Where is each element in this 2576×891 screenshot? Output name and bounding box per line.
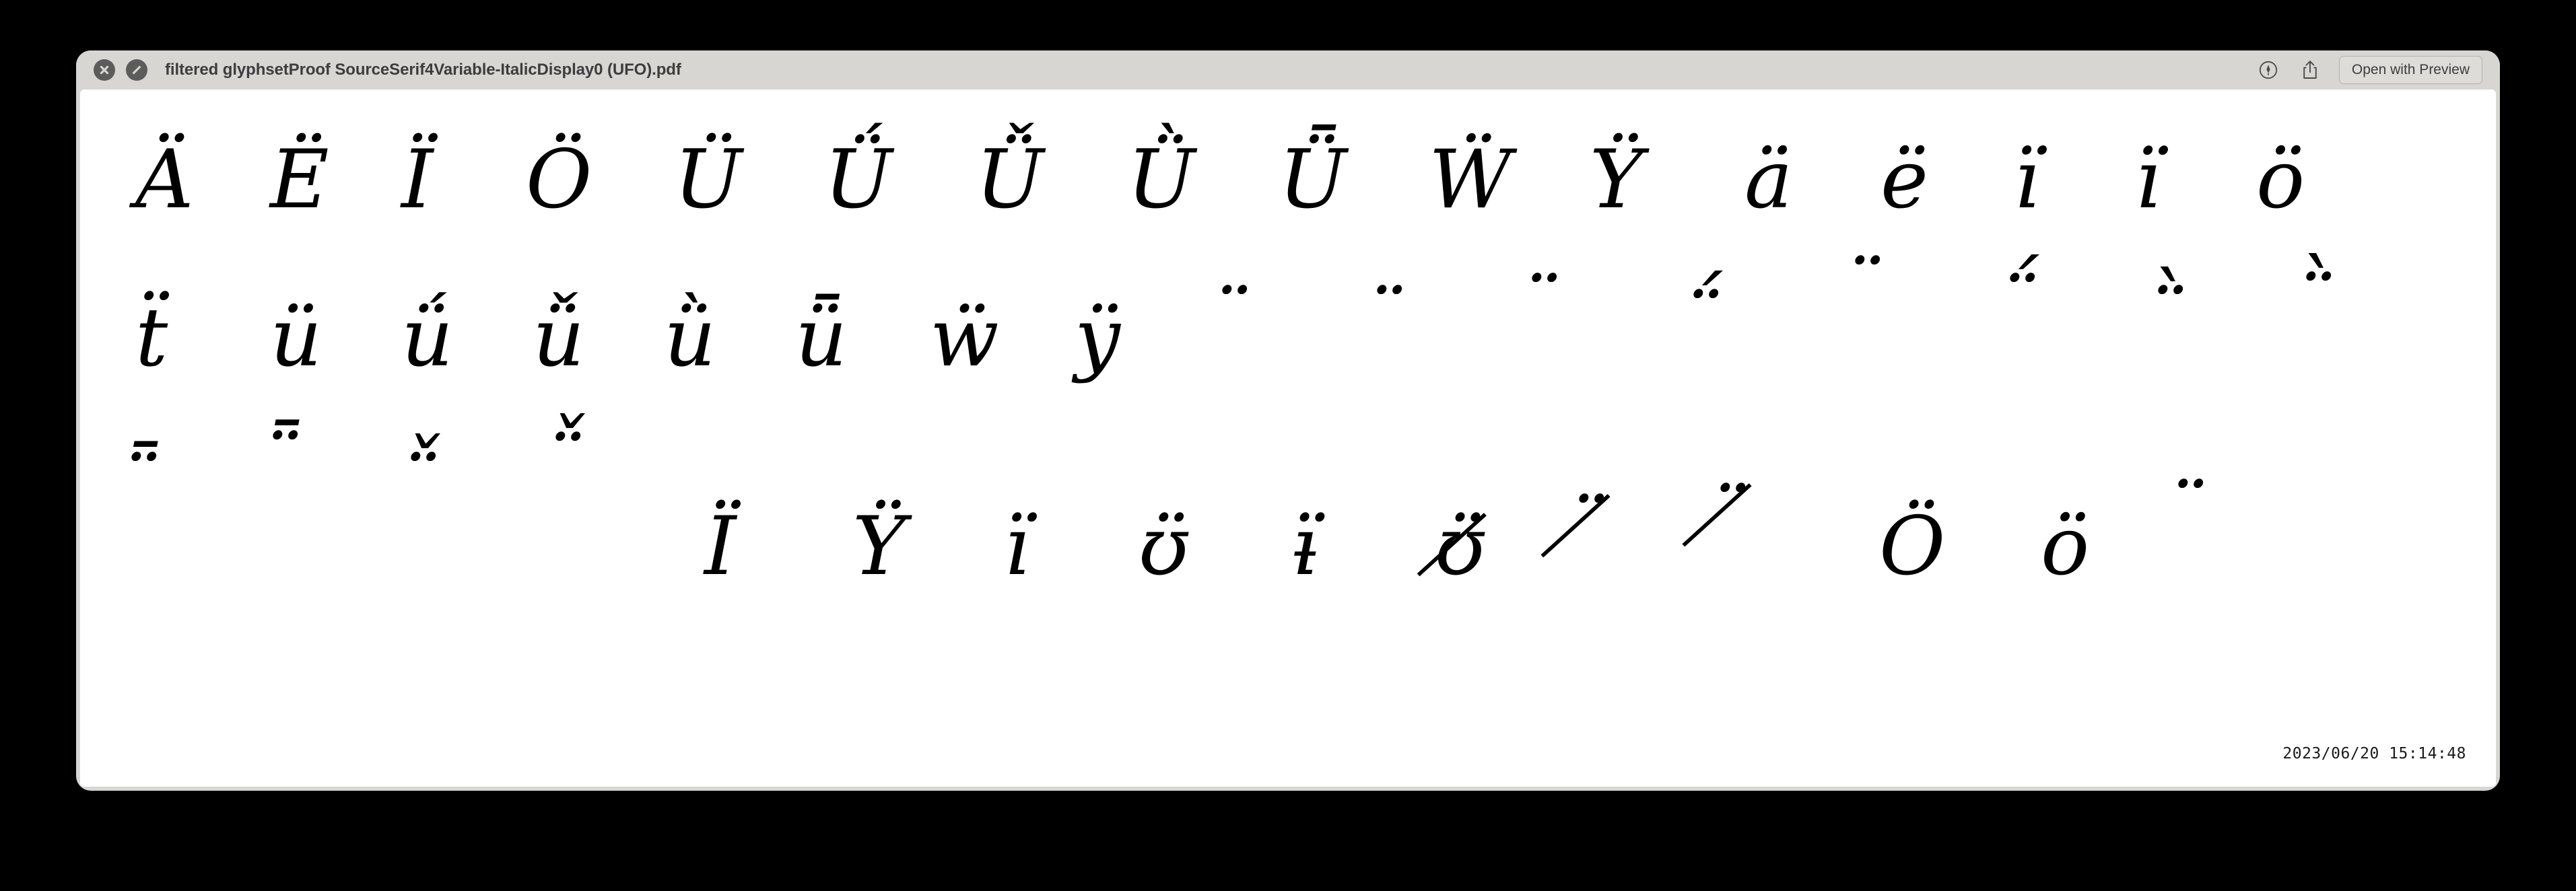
glyph-U-diaeresis: Ü — [674, 133, 743, 227]
glyph-A-diaeresis: Ä — [135, 133, 194, 227]
glyph-combining-diaeresis-caron-2: ̈̌ — [560, 419, 586, 513]
glyph-o-diaeresis: ö — [2256, 133, 2305, 227]
glyph-combining-diaeresis-acute-1: ̈́ — [1697, 277, 1724, 370]
share-icon[interactable] — [2289, 55, 2331, 85]
glyph-a-diaeresis: ä — [1744, 133, 1793, 227]
pdf-page[interactable]: Ä Ë Ï Ö Ü Ǘ Ǚ Ǜ Ǖ Ẅ Ÿä ë ï ı̈ ö ẗ ü ǘ ǚ ǜ ǖ ẅ ÿ ̈ ̈ ̈ ̈́ ̈ ̈́ … — [80, 90, 2496, 787]
glyph-I-diaeresis: Ï — [401, 133, 434, 227]
no-entry-circle-icon[interactable] — [126, 59, 147, 81]
glyph-E-diaeresis: Ë — [270, 133, 329, 227]
glyph-dotlessi-diaeresis: ı̈ — [2135, 133, 2161, 227]
glyph-combining-diaeresis-grave-1: ̈̀ — [2162, 273, 2188, 366]
titlebar-actions: Open with Preview — [2247, 55, 2500, 85]
glyph-u-diaeresis: ü — [270, 291, 323, 385]
glyph-t-diaeresis: ẗ — [135, 291, 168, 385]
glyph-y-diaeresis: ÿ — [1075, 291, 1120, 385]
glyph-combining-diaeresis-macron-2: ̈̄ — [277, 418, 303, 511]
window-title: filtered glyphsetProof SourceSerif4Varia… — [165, 61, 681, 79]
open-with-preview-button[interactable]: Open with Preview — [2338, 56, 2482, 84]
proof-timestamp: 2023/06/20 15:14:48 — [2282, 745, 2466, 762]
glyph-U-diaeresis-grave: Ǜ — [1127, 133, 1196, 227]
glyph-I-diaeresis-alt: Ï — [704, 500, 737, 594]
glyph-e-diaeresis: ë — [1880, 133, 1929, 227]
glyph-combining-diaeresis-4: ̈ — [1859, 243, 1885, 336]
glyph-proof-sheet: Ä Ë Ï Ö Ü Ǘ Ǚ Ǜ Ǖ Ẅ Ÿä ë ï ı̈ ö ẗ ü ǘ ǚ ǜ ǖ ẅ ÿ ̈ ̈ ̈ ̈́ ̈ ̈́ … — [80, 90, 2496, 787]
window-controls — [94, 59, 147, 81]
glyph-u-diaeresis-macron: ǖ — [795, 291, 848, 385]
close-circle-icon[interactable] — [94, 59, 115, 81]
glyph-combining-diaeresis-2: ̈ — [1381, 273, 1407, 366]
window-titlebar: filtered glyphsetProof SourceSerif4Varia… — [76, 50, 2500, 90]
glyph-u-diaeresis-caron: ǚ — [533, 291, 585, 385]
glyph-combining-diaeresis-5: ̈ — [2182, 466, 2208, 560]
glyph-combining-diaeresis-grave-2: ̈̀ — [2310, 259, 2336, 353]
glyph-U-diaeresis-acute: Ǘ — [824, 133, 893, 227]
glyph-combining-diaeresis-acute-2: ̈́ — [2014, 260, 2040, 354]
glyph-w-diaeresis: ẅ — [930, 291, 999, 385]
glyph-Y-diaeresis-alt: Ÿ — [852, 500, 906, 594]
glyph-dotlessi-diaeresis-alt: ı̈ — [1004, 500, 1030, 594]
markup-pen-icon[interactable] — [2247, 55, 2289, 85]
glyph-u-diaeresis-acute: ǘ — [401, 291, 454, 385]
glyph-U-diaeresis-macron: Ǖ — [1279, 133, 1347, 227]
glyph-O-diaeresis: Ö — [526, 133, 592, 227]
glyph-o-diaeresis-alt: ö — [2041, 500, 2090, 594]
glyph-i-diaeresis: ï — [2014, 133, 2040, 227]
glyph-upsilon-stroke-diaeresis: ʊ̸̈ — [1435, 500, 1485, 594]
glyph-Y-diaeresis: Ÿ — [1590, 133, 1643, 227]
glyph-i-stroke-diaeresis: ɨ̈ — [1293, 500, 1320, 594]
glyph-combining-diaeresis-macron-1: ̈̄ — [135, 439, 162, 533]
glyph-U-diaeresis-caron: Ǚ — [976, 133, 1044, 227]
glyph-O-diaeresis-alt: Ö — [1879, 500, 1946, 594]
glyph-combining-diaeresis-stroke-2: ̸̈ — [1724, 470, 1751, 564]
glyph-combining-diaeresis-stroke-1: ̸̈ — [1583, 481, 1609, 575]
glyph-combining-diaeresis-caron-1: ̈̌ — [415, 439, 441, 533]
glyph-u-diaeresis-grave: ǜ — [664, 291, 716, 385]
glyph-combining-diaeresis-3: ̈ — [1536, 260, 1562, 354]
glyph-upsilon-diaeresis: ʊ̈ — [1139, 500, 1189, 594]
quick-look-window: filtered glyphsetProof SourceSerif4Varia… — [76, 50, 2500, 791]
glyph-combining-diaeresis-1: ̈ — [1226, 273, 1252, 366]
glyph-W-diaeresis: Ẅ — [1429, 133, 1512, 227]
